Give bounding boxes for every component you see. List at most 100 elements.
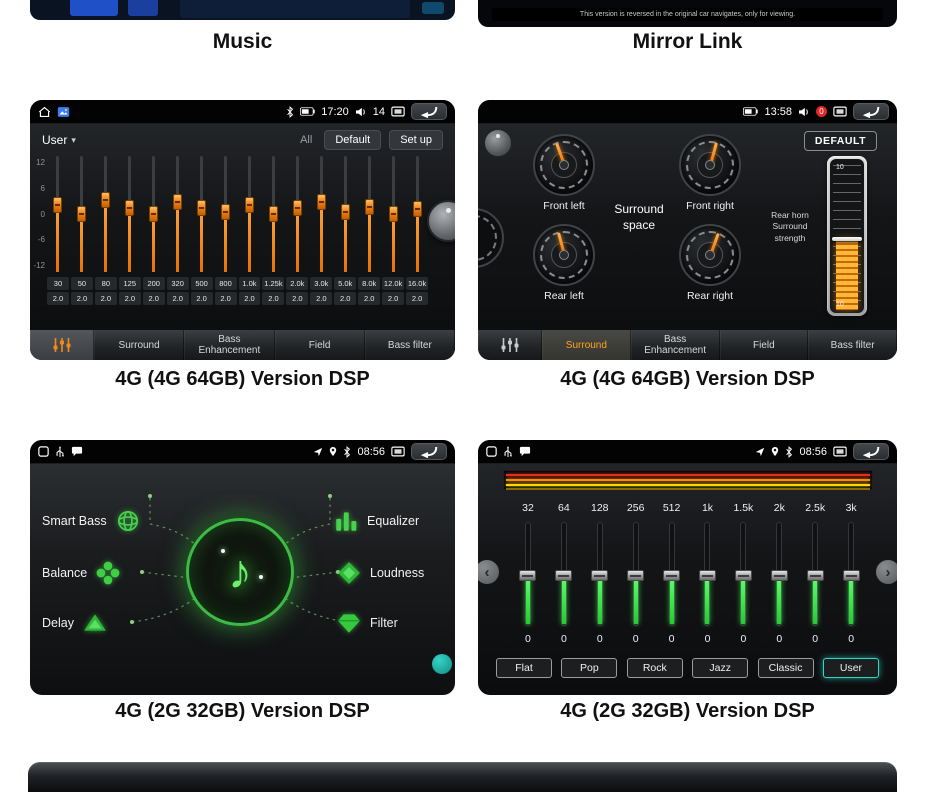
eq-band-slider[interactable]: [382, 156, 404, 272]
slider-handle[interactable]: [244, 196, 254, 213]
slider-handle[interactable]: [221, 203, 231, 220]
slider-handle[interactable]: [316, 194, 326, 211]
all-label[interactable]: All: [300, 134, 312, 146]
eq-band-slider[interactable]: [167, 156, 189, 272]
eq-band-slider[interactable]: [725, 522, 761, 626]
chevron-right-icon[interactable]: ›: [876, 560, 897, 584]
center-music-hub[interactable]: ♪: [186, 518, 294, 626]
eq-band-slider[interactable]: [191, 156, 213, 272]
eq-band[interactable]: 64 0: [546, 502, 582, 645]
back-button[interactable]: [411, 103, 447, 120]
slider-handle[interactable]: [842, 570, 860, 582]
eq-band-slider[interactable]: [310, 156, 332, 272]
tab-bass-enhancement[interactable]: Bass Enhancement: [630, 330, 720, 360]
eq-band[interactable]: 50 2.0: [70, 156, 94, 305]
eq-band-slider[interactable]: [797, 522, 833, 626]
preset-flat[interactable]: Flat: [496, 658, 552, 678]
eq-band-slider[interactable]: [286, 156, 308, 272]
slider-handle[interactable]: [663, 570, 681, 582]
gauge-rear-right[interactable]: Rear right: [668, 224, 752, 302]
slider-handle[interactable]: [519, 570, 537, 582]
slider-handle[interactable]: [412, 201, 422, 218]
screenshot-icon[interactable]: [391, 106, 405, 117]
eq-band-slider[interactable]: [71, 156, 93, 272]
eq-band-slider[interactable]: [510, 522, 546, 626]
volume-knob[interactable]: [427, 200, 455, 242]
slider-handle[interactable]: [292, 200, 302, 217]
eq-band[interactable]: 8.0k 2.0: [357, 156, 381, 305]
menu-item-equalizer[interactable]: Equalizer: [333, 508, 419, 534]
strength-handle[interactable]: [832, 237, 862, 242]
eq-band-slider[interactable]: [833, 522, 869, 626]
teal-indicator[interactable]: [432, 654, 452, 674]
tab-surround[interactable]: Surround: [542, 330, 631, 360]
default-button[interactable]: Default: [324, 130, 382, 150]
tab-field[interactable]: Field: [274, 330, 365, 360]
eq-band-slider[interactable]: [358, 156, 380, 272]
eq-band[interactable]: 500 2.0: [190, 156, 214, 305]
tab-equalizer[interactable]: [30, 330, 94, 360]
eq-band[interactable]: 1.25k 2.0: [261, 156, 285, 305]
eq-band[interactable]: 12.0k 2.0: [381, 156, 405, 305]
gauge-front-left[interactable]: Front left: [522, 134, 606, 212]
tab-bass-enhancement[interactable]: Bass Enhancement: [184, 330, 275, 360]
gauge-front-right[interactable]: Front right: [668, 134, 752, 212]
eq-band[interactable]: 512 0: [654, 502, 690, 645]
tab-surround[interactable]: Surround: [94, 330, 185, 360]
chevron-left-icon[interactable]: ‹: [478, 560, 499, 584]
eq-band[interactable]: 125 2.0: [118, 156, 142, 305]
eq-band-slider[interactable]: [95, 156, 117, 272]
eq-band-slider[interactable]: [334, 156, 356, 272]
eq-band-slider[interactable]: [215, 156, 237, 272]
slider-handle[interactable]: [125, 200, 135, 217]
eq-band[interactable]: 80 2.0: [94, 156, 118, 305]
eq-band-slider[interactable]: [690, 522, 726, 626]
menu-item-loudness[interactable]: Loudness: [336, 560, 424, 586]
tab-equalizer[interactable]: [478, 330, 542, 360]
eq-band-slider[interactable]: [143, 156, 165, 272]
slider-handle[interactable]: [53, 196, 63, 213]
eq-band[interactable]: 256 0: [618, 502, 654, 645]
slider-handle[interactable]: [388, 206, 398, 222]
eq-band-slider[interactable]: [119, 156, 141, 272]
eq-band[interactable]: 2.0k 2.0: [285, 156, 309, 305]
eq-band-slider[interactable]: [406, 156, 428, 272]
eq-band[interactable]: 800 2.0: [214, 156, 238, 305]
knob-icon[interactable]: [483, 128, 513, 158]
slider-handle[interactable]: [627, 570, 645, 582]
screenshot-icon[interactable]: [833, 446, 847, 457]
eq-band-slider[interactable]: [761, 522, 797, 626]
preset-pop[interactable]: Pop: [561, 658, 618, 678]
eq-band[interactable]: 320 2.0: [166, 156, 190, 305]
eq-band[interactable]: 1.0k 2.0: [238, 156, 262, 305]
eq-band[interactable]: 3k 0: [833, 502, 869, 645]
preset-rock[interactable]: Rock: [626, 658, 683, 678]
eq-band[interactable]: 30 2.0: [46, 156, 70, 305]
gauge-rear-left[interactable]: Rear left: [522, 224, 606, 302]
eq-band[interactable]: 200 2.0: [142, 156, 166, 305]
eq-band[interactable]: 3.0k 2.0: [309, 156, 333, 305]
tab-bass-filter[interactable]: Bass filter: [808, 330, 897, 360]
slider-handle[interactable]: [197, 200, 207, 217]
surround-strength-slider[interactable]: 10 10: [827, 156, 867, 316]
back-button[interactable]: [853, 443, 889, 460]
back-button[interactable]: [411, 443, 447, 460]
eq-band-slider[interactable]: [239, 156, 261, 272]
tab-field[interactable]: Field: [719, 330, 809, 360]
screenshot-icon[interactable]: [833, 106, 847, 117]
slider-handle[interactable]: [340, 203, 350, 220]
eq-band[interactable]: 5.0k 2.0: [333, 156, 357, 305]
eq-band[interactable]: 1.5k 0: [725, 502, 761, 645]
eq-band-slider[interactable]: [654, 522, 690, 626]
slider-handle[interactable]: [364, 199, 374, 216]
slider-handle[interactable]: [770, 570, 788, 582]
eq-band[interactable]: 1k 0: [690, 502, 726, 645]
default-button[interactable]: DEFAULT: [803, 131, 877, 151]
preset-classic[interactable]: Classic: [757, 658, 814, 678]
eq-band[interactable]: 128 0: [582, 502, 618, 645]
preset-jazz[interactable]: Jazz: [692, 658, 749, 678]
eq-band-slider[interactable]: [618, 522, 654, 626]
home-icon[interactable]: [38, 106, 51, 118]
slider-handle[interactable]: [698, 570, 716, 582]
slider-handle[interactable]: [806, 570, 824, 582]
